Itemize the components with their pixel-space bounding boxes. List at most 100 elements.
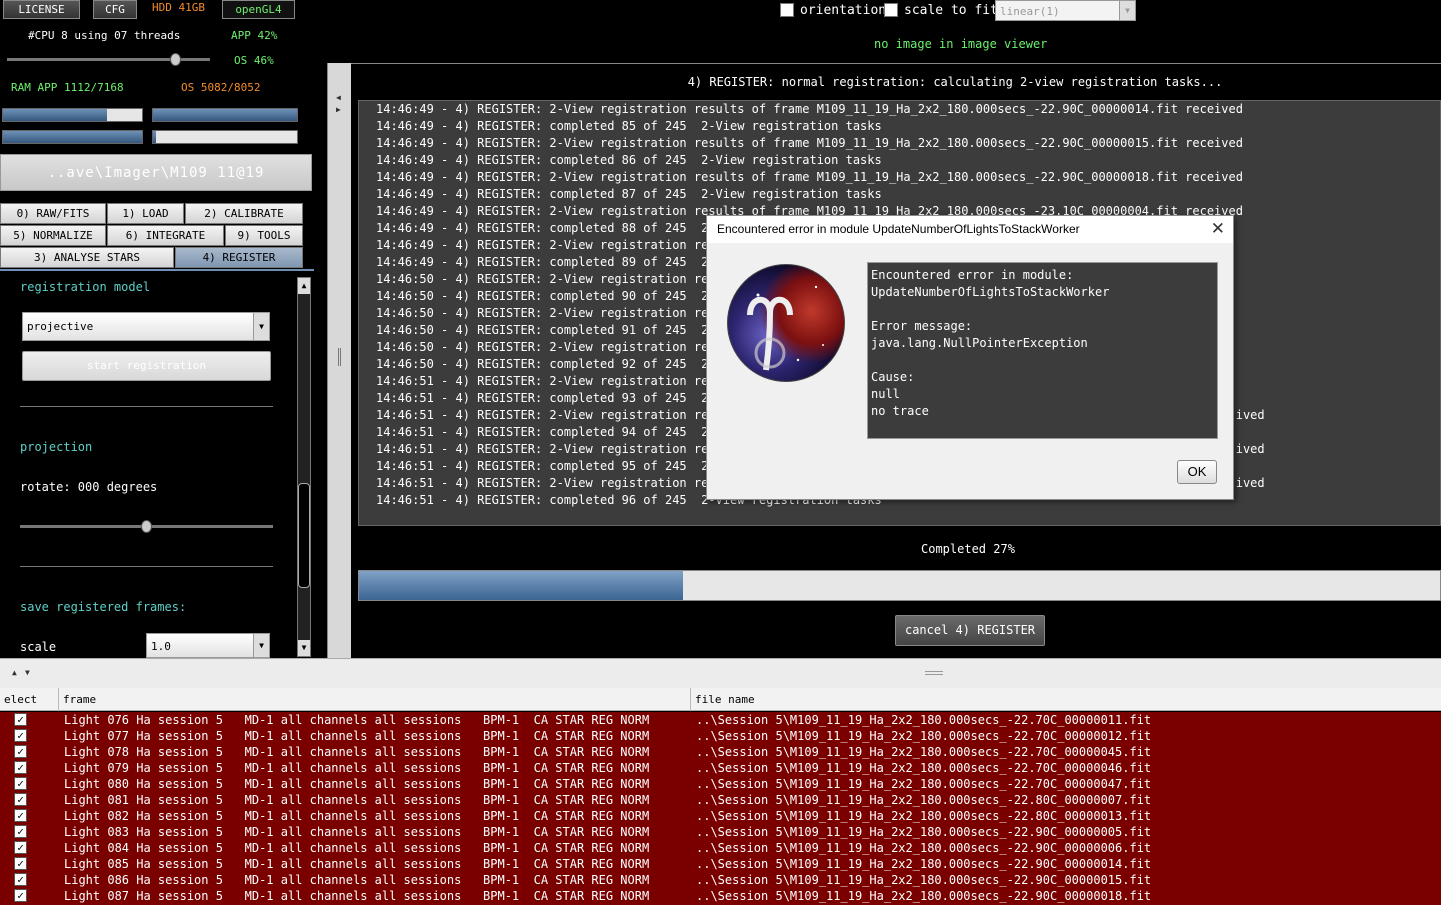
table-row[interactable]: ✓ Light 077 Ha session 5 MD-1 all channel…: [0, 728, 1441, 744]
select-checkbox[interactable]: ✓: [14, 809, 27, 822]
completed-text: Completed 27%: [921, 542, 1015, 556]
cancel-register-button[interactable]: cancel 4) REGISTER: [895, 615, 1045, 646]
expand-down-icon[interactable]: ▼: [25, 668, 30, 677]
tab-underline: [0, 269, 314, 271]
tab-raw-fits[interactable]: 0) RAW/FITS: [0, 203, 106, 224]
select-checkbox[interactable]: ✓: [14, 777, 27, 790]
frames-table: ✓ Light 076 Ha session 5 MD-1 all channel…: [0, 712, 1441, 905]
table-row[interactable]: ✓ Light 078 Ha session 5 MD-1 all channel…: [0, 744, 1441, 760]
start-registration-button[interactable]: start registration: [22, 351, 271, 381]
scroll-down-icon[interactable]: ▼: [298, 640, 310, 656]
table-row[interactable]: ✓ Light 081 Ha session 5 MD-1 all channel…: [0, 792, 1441, 808]
table-row[interactable]: ✓ Light 084 Ha session 5 MD-1 all channel…: [0, 840, 1441, 856]
horizontal-splitter[interactable]: ▲ ▼: [0, 658, 1441, 688]
select-checkbox[interactable]: ✓: [14, 873, 27, 886]
error-dialog: Encountered error in module UpdateNumber…: [706, 215, 1234, 500]
table-row[interactable]: ✓ Light 082 Ha session 5 MD-1 all channel…: [0, 808, 1441, 824]
column-header-select[interactable]: elect: [0, 688, 59, 711]
frame-cell: Light 082 Ha session 5 MD-1 all channels…: [64, 809, 650, 823]
select-checkbox[interactable]: ✓: [14, 825, 27, 838]
opengl-button[interactable]: openGL4: [222, 0, 295, 19]
select-checkbox[interactable]: ✓: [14, 793, 27, 806]
tab-register[interactable]: 4) REGISTER: [175, 247, 303, 268]
select-checkbox[interactable]: ✓: [14, 713, 27, 726]
file-name-cell: ..\Session 5\M109_11_19_Ha_2x2_180.000se…: [696, 777, 1152, 791]
log-line: 14:46:49 - 4) REGISTER: completed 86 of …: [376, 153, 882, 167]
left-panel: LICENSE CFG HDD 41GB openGL4 #CPU 8 usin…: [0, 0, 326, 658]
table-row[interactable]: ✓ Light 080 Ha session 5 MD-1 all channel…: [0, 776, 1441, 792]
expand-right-icon[interactable]: ▶: [336, 105, 341, 114]
registration-model-select[interactable]: projective ▼: [22, 312, 270, 341]
file-name-cell: ..\Session 5\M109_11_19_Ha_2x2_180.000se…: [696, 841, 1152, 855]
select-checkbox[interactable]: ✓: [14, 761, 27, 774]
table-row[interactable]: ✓ Light 083 Ha session 5 MD-1 all channel…: [0, 824, 1441, 840]
error-message-box[interactable]: Encountered error in module: UpdateNumbe…: [867, 262, 1218, 439]
table-row[interactable]: ✓ Light 086 Ha session 5 MD-1 all channel…: [0, 872, 1441, 888]
registration-model-label: registration model: [20, 280, 151, 294]
table-row[interactable]: ✓ Light 079 Ha session 5 MD-1 all channel…: [0, 760, 1441, 776]
file-name-cell: ..\Session 5\M109_11_19_Ha_2x2_180.000se…: [696, 857, 1152, 871]
vertical-splitter[interactable]: ◀ ▶: [327, 63, 351, 658]
rotate-slider-thumb[interactable]: [140, 520, 152, 533]
select-checkbox[interactable]: ✓: [14, 857, 27, 870]
scroll-up-icon[interactable]: ▲: [298, 278, 310, 294]
table-row[interactable]: ✓ Light 087 Ha session 5 MD-1 all channel…: [0, 888, 1441, 904]
scale-to-fit-checkbox[interactable]: [884, 3, 898, 17]
frame-cell: Light 077 Ha session 5 MD-1 all channels…: [64, 729, 650, 743]
orientation-checkbox[interactable]: [780, 3, 794, 17]
close-icon[interactable]: ✕: [1211, 219, 1225, 239]
scrollbar-thumb[interactable]: [298, 483, 310, 588]
no-image-text: no image in image viewer: [874, 37, 1048, 51]
file-name-cell: ..\Session 5\M109_11_19_Ha_2x2_180.000se…: [696, 873, 1152, 887]
frame-cell: Light 080 Ha session 5 MD-1 all channels…: [64, 777, 650, 791]
select-checkbox[interactable]: ✓: [14, 889, 27, 902]
scrollbar[interactable]: ▲ ▼: [297, 277, 311, 657]
path-field[interactable]: ..ave\Imager\M109 11@19: [0, 154, 312, 191]
scale-label: scale: [20, 640, 57, 654]
app-logo-icon: [727, 264, 845, 382]
table-header: elect frame file name: [0, 688, 1441, 711]
scale-mode-select[interactable]: linear(1) ▼: [995, 0, 1136, 21]
tab-load[interactable]: 1) LOAD: [107, 203, 184, 224]
select-checkbox[interactable]: ✓: [14, 729, 27, 742]
splitter-grip-icon[interactable]: [925, 671, 943, 675]
frame-cell: Light 086 Ha session 5 MD-1 all channels…: [64, 873, 650, 887]
scale-to-fit-label: scale to fit: [904, 3, 998, 18]
os-cpu-readout: OS 46%: [234, 54, 274, 67]
hdd-readout: HDD 41GB: [152, 1, 205, 14]
tab-tools[interactable]: 9) TOOLS: [225, 225, 303, 246]
file-name-cell: ..\Session 5\M109_11_19_Ha_2x2_180.000se…: [696, 745, 1152, 759]
collapse-left-icon[interactable]: ◀: [336, 93, 341, 102]
log-line: 14:46:49 - 4) REGISTER: completed 85 of …: [376, 119, 882, 133]
select-checkbox[interactable]: ✓: [14, 745, 27, 758]
table-row[interactable]: ✓ Light 076 Ha session 5 MD-1 all channel…: [0, 712, 1441, 728]
tab-analyse-stars[interactable]: 3) ANALYSE STARS: [0, 247, 174, 268]
scale-select[interactable]: 1.0 ▼: [146, 633, 270, 658]
tab-calibrate[interactable]: 2) CALIBRATE: [185, 203, 303, 224]
divider: [20, 406, 273, 407]
tab-integrate[interactable]: 6) INTEGRATE: [107, 225, 224, 246]
collapse-up-icon[interactable]: ▲: [12, 668, 17, 677]
cpu-readout: #CPU 8 using 07 threads: [28, 29, 181, 42]
app-ram-bar: [2, 130, 143, 144]
column-header-frame[interactable]: frame: [59, 688, 691, 711]
splitter-grip-icon[interactable]: [338, 348, 341, 366]
frame-cell: Light 081 Ha session 5 MD-1 all channels…: [64, 793, 650, 807]
cfg-button[interactable]: CFG: [93, 0, 137, 19]
log-line: 14:46:49 - 4) REGISTER: 2-View registrat…: [376, 102, 1243, 116]
frame-cell: Light 087 Ha session 5 MD-1 all channels…: [64, 889, 650, 903]
column-header-file-name[interactable]: file name: [691, 688, 1441, 711]
app-cpu-readout: APP 42%: [231, 29, 278, 42]
threads-slider-thumb[interactable]: [170, 53, 181, 66]
select-checkbox[interactable]: ✓: [14, 841, 27, 854]
ram-readout: RAM APP 1112/7168: [11, 81, 124, 94]
frame-cell: Light 085 Ha session 5 MD-1 all channels…: [64, 857, 650, 871]
frame-cell: Light 083 Ha session 5 MD-1 all channels…: [64, 825, 650, 839]
ok-button[interactable]: OK: [1177, 460, 1217, 484]
license-button[interactable]: LICENSE: [3, 0, 80, 19]
table-row[interactable]: ✓ Light 085 Ha session 5 MD-1 all channel…: [0, 856, 1441, 872]
tab-normalize[interactable]: 5) NORMALIZE: [0, 225, 106, 246]
frame-cell: Light 079 Ha session 5 MD-1 all channels…: [64, 761, 650, 775]
frame-cell: Light 076 Ha session 5 MD-1 all channels…: [64, 713, 650, 727]
file-name-cell: ..\Session 5\M109_11_19_Ha_2x2_180.000se…: [696, 729, 1152, 743]
